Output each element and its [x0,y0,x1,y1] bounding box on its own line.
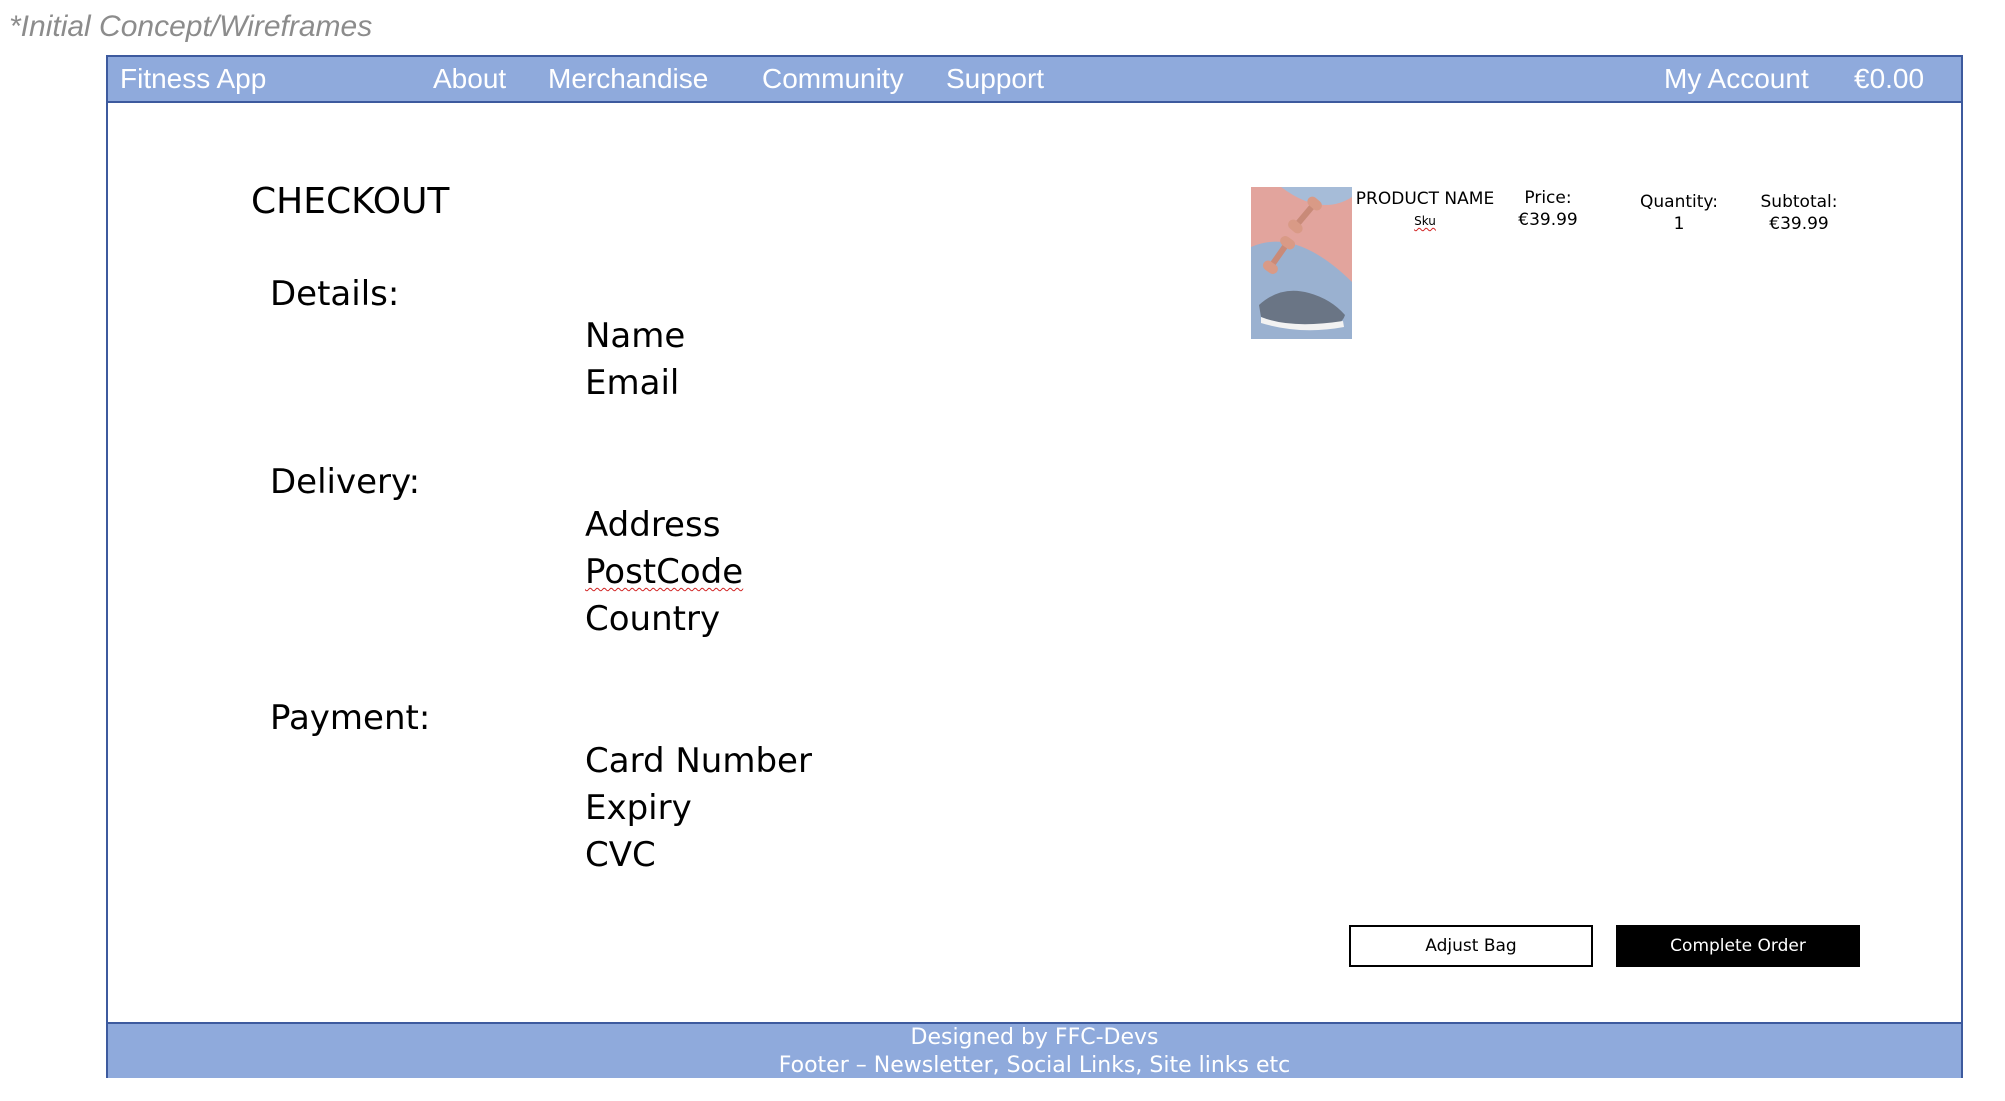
adjust-bag-button[interactable]: Adjust Bag [1349,925,1593,967]
price-value: €39.99 [1518,210,1578,230]
wireframe-caption: *Initial Concept/Wireframes [9,10,373,43]
quantity-value: 1 [1673,214,1685,234]
cvc-field-label[interactable]: CVC [585,832,656,879]
footer-credit: Designed by FFC-Devs [910,1025,1159,1050]
my-account-link[interactable]: My Account [1664,63,1809,95]
nav-link-support[interactable]: Support [946,63,1044,95]
price-label: Price: [1524,188,1572,208]
details-heading: Details: [270,274,400,314]
product-name: PRODUCT NAME [1355,189,1495,209]
dumbbells-and-sneaker-image [1251,187,1352,339]
subtotal-value: €39.99 [1769,214,1829,234]
nav-link-community[interactable]: Community [762,63,904,95]
cart-total-link[interactable]: €0.00 [1854,63,1924,95]
email-field-label[interactable]: Email [585,360,679,407]
postcode-field-label[interactable]: PostCode [585,549,743,596]
quantity-label: Quantity: [1640,192,1718,212]
footer: Designed by FFC-Devs Footer – Newsletter… [108,1022,1961,1078]
product-sku: Sku [1414,214,1436,228]
payment-heading: Payment: [270,698,431,738]
price-block: Price: €39.99 [1508,187,1588,231]
nav-link-about[interactable]: About [433,63,506,95]
name-field-label[interactable]: Name [585,313,685,360]
country-field-label[interactable]: Country [585,596,720,643]
address-field-label[interactable]: Address [585,502,720,549]
footer-links[interactable]: Footer – Newsletter, Social Links, Site … [108,1052,1961,1080]
expiry-field-label[interactable]: Expiry [585,785,692,832]
brand-link[interactable]: Fitness App [120,63,266,95]
subtotal-label: Subtotal: [1760,192,1838,212]
product-image [1251,187,1352,339]
page-title: CHECKOUT [251,181,450,222]
nav-link-merchandise[interactable]: Merchandise [548,63,708,95]
quantity-block: Quantity: 1 [1634,191,1724,235]
card-number-field-label[interactable]: Card Number [585,738,812,785]
delivery-heading: Delivery: [270,462,421,502]
page-frame: Fitness App About Merchandise Community … [106,55,1963,1078]
complete-order-button[interactable]: Complete Order [1616,925,1860,967]
subtotal-block: Subtotal: €39.99 [1754,191,1844,235]
navbar: Fitness App About Merchandise Community … [108,57,1961,103]
product-name-block: PRODUCT NAME Sku [1352,188,1498,232]
